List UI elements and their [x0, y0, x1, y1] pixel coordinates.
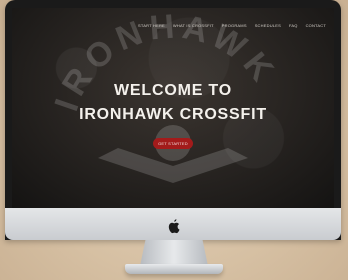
nav-item-contact[interactable]: CONTACT	[306, 23, 326, 28]
main-nav: START HERE WHAT IS CROSSFIT PROGRAMS SCH…	[138, 23, 326, 28]
hero-title-line2: IRONHAWK CROSSFIT	[79, 106, 267, 123]
monitor-stand-base	[125, 264, 223, 274]
website-screen: IRONHAWK START HERE WHAT IS CROSSFIT PRO…	[12, 8, 334, 208]
get-started-button[interactable]: GET STARTED	[153, 138, 193, 149]
apple-logo-icon	[168, 219, 180, 234]
nav-item-start-here[interactable]: START HERE	[138, 23, 165, 28]
nav-item-faq[interactable]: FAQ	[289, 23, 298, 28]
nav-item-programs[interactable]: PROGRAMS	[222, 23, 247, 28]
hero-title-line1: WELCOME TO	[114, 82, 232, 99]
nav-item-what-is-crossfit[interactable]: WHAT IS CROSSFIT	[173, 23, 214, 28]
monitor-bezel: IRONHAWK START HERE WHAT IS CROSSFIT PRO…	[5, 0, 341, 240]
nav-item-schedules[interactable]: SCHEDULES	[255, 23, 281, 28]
monitor-stand-neck	[140, 240, 208, 266]
